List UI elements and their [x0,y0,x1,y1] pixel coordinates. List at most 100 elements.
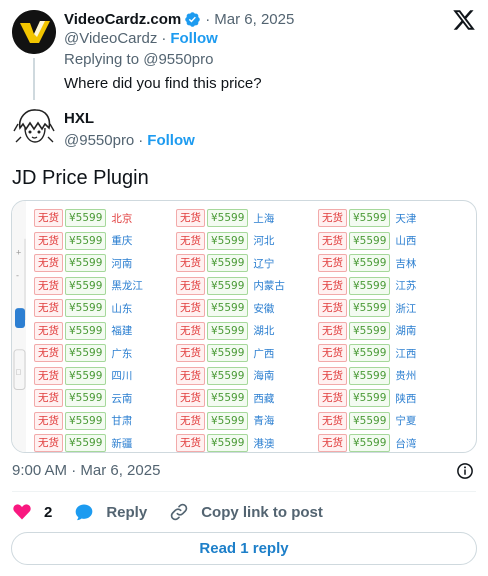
verified-badge-icon [185,11,201,27]
parent-handle[interactable]: @VideoCardz [64,30,157,47]
like-count: 2 [44,503,53,521]
price-badge: ¥5599 [349,254,391,273]
stock-status-badge: 无货 [34,209,63,228]
region-name: 贵州 [395,370,417,383]
info-icon[interactable] [456,462,474,480]
reply-button[interactable]: Reply [74,502,147,522]
price-row: 无货 ¥5599 吉林 [318,252,460,275]
author-name[interactable]: HXL [64,110,94,127]
stock-status-badge: 无货 [34,276,63,295]
region-name: 福建 [111,325,133,338]
price-row: 无货 ¥5599 四川 [34,365,176,388]
stock-status-badge: 无货 [318,276,347,295]
stock-status-badge: 无货 [318,366,347,385]
price-badge: ¥5599 [65,321,107,340]
stock-status-badge: 无货 [318,321,347,340]
price-badge: ¥5599 [349,209,391,228]
parent-date[interactable]: Mar 6, 2025 [214,11,294,28]
author-handle[interactable]: @9550pro [64,132,134,149]
hxl-avatar[interactable] [12,104,56,148]
like-button[interactable]: 2 [12,502,52,522]
stock-status-badge: 无货 [176,389,205,408]
price-row: 无货 ¥5599 福建 [34,320,176,343]
stock-status-badge: 无货 [34,321,63,340]
region-name: 青海 [253,415,275,428]
price-row: 无货 ¥5599 台湾 [318,432,460,452]
price-badge: ¥5599 [65,434,107,452]
region-name: 湖北 [253,325,275,338]
price-badge: ¥5599 [349,344,391,363]
tweet-image[interactable]: + - □ 无货 ¥5599 北京 无货 ¥5599 上海 无货 ¥5599 天津 无货 ¥5599… [11,200,477,453]
svg-text:□: □ [16,368,21,377]
stock-status-badge: 无货 [176,276,205,295]
price-badge: ¥5599 [207,231,249,250]
price-row: 无货 ¥5599 新疆 [34,432,176,452]
price-row: 无货 ¥5599 天津 [318,207,460,230]
reply-bubble-icon [76,504,93,521]
stock-status-badge: 无货 [176,366,205,385]
stock-status-badge: 无货 [318,434,347,452]
author-handle-row: @9550pro · Follow [64,132,195,149]
region-name: 山西 [395,235,417,248]
price-row: 无货 ¥5599 贵州 [318,365,460,388]
price-badge: ¥5599 [207,209,249,228]
price-row: 无货 ¥5599 辽宁 [176,252,318,275]
separator-dot: · [161,30,167,47]
price-row: 无货 ¥5599 宁夏 [318,410,460,433]
price-row: 无货 ¥5599 湖北 [176,320,318,343]
tweet-timestamp[interactable]: 9:00 AM · Mar 6, 2025 [12,462,160,479]
copy-link-button[interactable]: Copy link to post [169,502,323,522]
read-replies-button[interactable]: Read 1 reply [11,532,477,565]
divider [12,491,476,492]
stock-status-badge: 无货 [318,411,347,430]
follow-button[interactable]: Follow [147,132,195,149]
stock-status-badge: 无货 [176,434,205,452]
price-row: 无货 ¥5599 河南 [34,252,176,275]
stock-status-badge: 无货 [34,389,63,408]
stock-status-badge: 无货 [34,254,63,273]
region-name: 重庆 [111,235,133,248]
region-name: 江西 [395,347,417,360]
stock-status-badge: 无货 [34,299,63,318]
price-badge: ¥5599 [65,366,107,385]
region-name: 吉林 [395,257,417,270]
separator-dot: · [205,10,211,28]
parent-follow-button[interactable]: Follow [170,30,218,47]
region-name: 新疆 [111,437,133,450]
region-name: 浙江 [395,302,417,315]
price-row: 无货 ¥5599 湖南 [318,320,460,343]
stock-status-badge: 无货 [318,231,347,250]
price-row: 无货 ¥5599 北京 [34,207,176,230]
price-badge: ¥5599 [207,254,249,273]
videocardz-avatar[interactable] [12,10,56,54]
region-name: 内蒙古 [253,280,285,293]
region-name: 辽宁 [253,257,275,270]
price-badge: ¥5599 [65,411,107,430]
region-name: 广东 [111,347,133,360]
stock-status-badge: 无货 [176,231,205,250]
stock-status-badge: 无货 [176,411,205,430]
price-badge: ¥5599 [349,321,391,340]
stock-status-badge: 无货 [318,254,347,273]
stock-status-badge: 无货 [34,411,63,430]
x-logo-icon[interactable] [452,8,476,32]
thread-line [33,58,35,100]
price-row: 无货 ¥5599 广东 [34,342,176,365]
price-row: 无货 ¥5599 广西 [176,342,318,365]
price-badge: ¥5599 [65,344,107,363]
stock-status-badge: 无货 [176,254,205,273]
price-row: 无货 ¥5599 黑龙江 [34,275,176,298]
price-row: 无货 ¥5599 浙江 [318,297,460,320]
copy-link-label: Copy link to post [201,503,323,521]
price-row: 无货 ¥5599 内蒙古 [176,275,318,298]
parent-author-name[interactable]: VideoCardz.com [64,11,181,28]
region-name: 四川 [111,370,133,383]
price-row: 无货 ¥5599 上海 [176,207,318,230]
price-badge: ¥5599 [65,254,107,273]
region-name: 广西 [253,347,275,360]
link-icon [170,503,188,521]
price-badge: ¥5599 [349,411,391,430]
stock-status-badge: 无货 [318,299,347,318]
price-badge: ¥5599 [65,209,107,228]
price-row: 无货 ¥5599 山东 [34,297,176,320]
